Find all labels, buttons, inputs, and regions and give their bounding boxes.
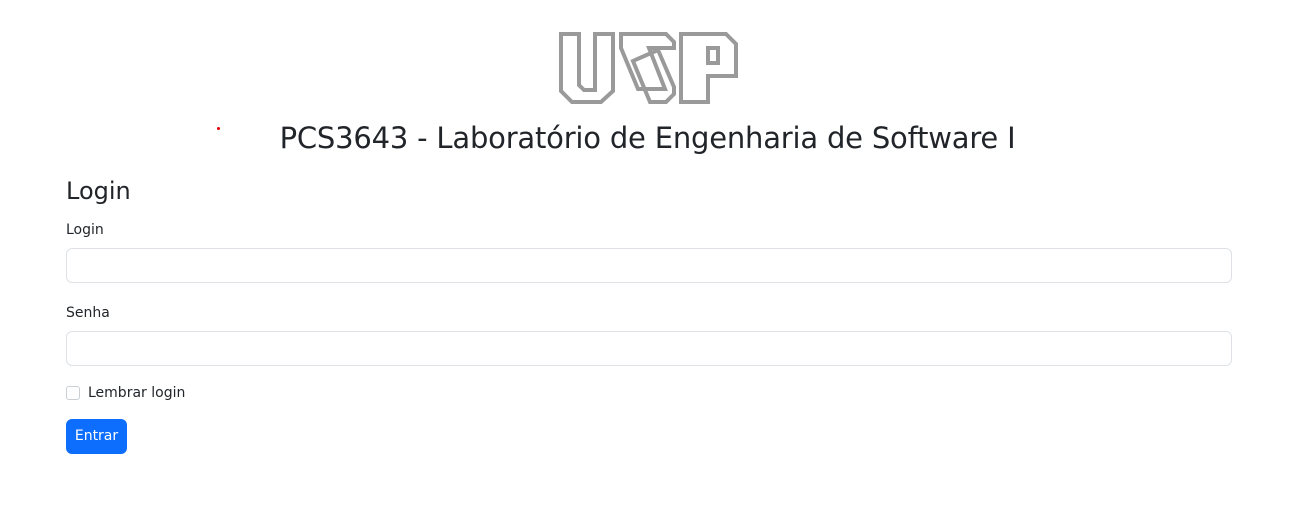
usp-logo-icon	[559, 32, 738, 104]
remember-row: Lembrar login	[66, 383, 1232, 403]
page-title: PCS3643 - Laboratório de Engenharia de S…	[279, 121, 1016, 155]
submit-button[interactable]: Entrar	[66, 419, 127, 454]
login-form: Login Login Senha Lembrar login Entrar	[66, 174, 1232, 454]
remember-label[interactable]: Lembrar login	[88, 383, 185, 403]
login-label: Login	[66, 222, 104, 238]
usp-logo	[558, 31, 739, 105]
form-heading: Login	[66, 177, 131, 205]
password-input[interactable]	[66, 331, 1232, 366]
remember-checkbox[interactable]	[66, 386, 80, 400]
password-label: Senha	[66, 305, 110, 321]
login-input[interactable]	[66, 248, 1232, 283]
